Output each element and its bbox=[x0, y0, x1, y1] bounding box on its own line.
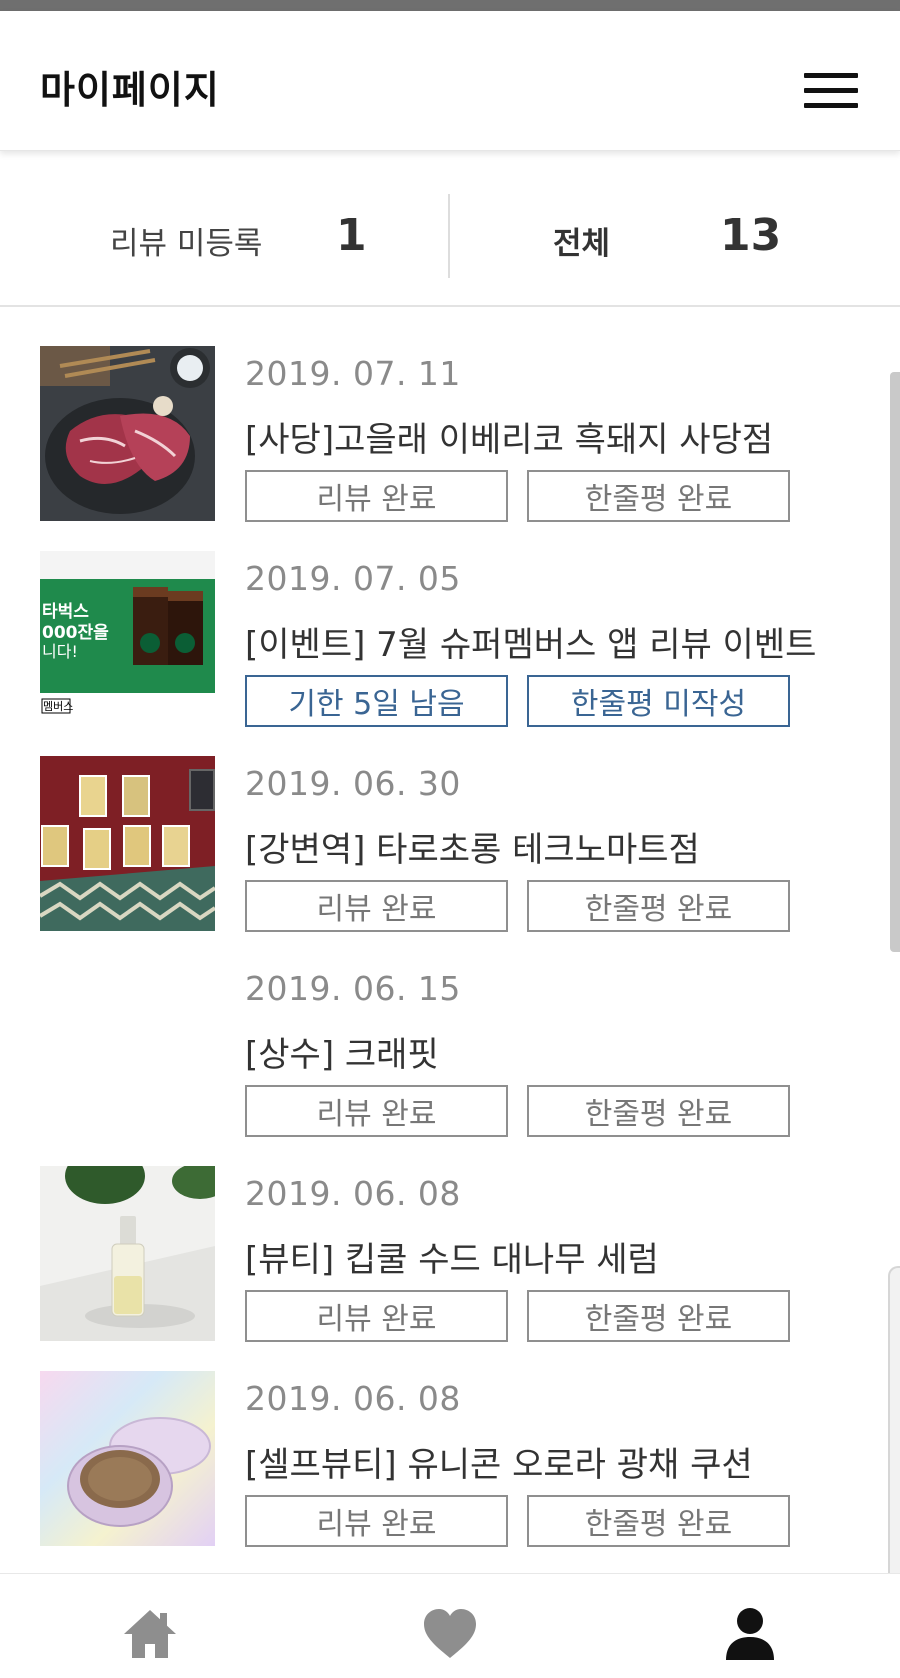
scrollbar[interactable] bbox=[890, 372, 900, 952]
item-title[interactable]: [사당]고을래 이베리코 흑돼지 사당점 bbox=[245, 412, 773, 461]
cushion-compact-thumbnail[interactable] bbox=[40, 1371, 215, 1546]
empty-thumbnail[interactable] bbox=[40, 961, 215, 1136]
heart-icon[interactable] bbox=[420, 1604, 480, 1664]
item-date: 2019. 06. 08 bbox=[245, 1379, 461, 1418]
user-icon[interactable] bbox=[720, 1604, 780, 1664]
stats-divider bbox=[448, 194, 450, 278]
item-title[interactable]: [상수] 크래핏 bbox=[245, 1027, 439, 1076]
list-item[interactable]: 2019. 06. 15 [상수] 크래핏 리뷰 완료 한줄평 완료 bbox=[0, 923, 900, 1137]
item-date: 2019. 06. 15 bbox=[245, 969, 461, 1008]
page-title: 마이페이지 bbox=[40, 68, 220, 112]
review-stats-bar: 리뷰 미등록 1 전체 13 bbox=[0, 152, 900, 307]
unregistered-review-count[interactable]: 1 bbox=[336, 210, 367, 261]
thumb-text-4: 멤버스 bbox=[43, 700, 73, 713]
list-item[interactable]: 2019. 06. 08 [뷰티] 킵쿨 수드 대나무 세럼 리뷰 완료 한줄평… bbox=[0, 1128, 900, 1342]
item-title[interactable]: [강변역] 타로초롱 테크노마트점 bbox=[245, 822, 700, 871]
item-title[interactable]: [이벤트] 7월 슈퍼멤버스 앱 리뷰 이벤트 bbox=[245, 617, 816, 666]
item-date: 2019. 07. 05 bbox=[245, 559, 461, 598]
status-bar-strip bbox=[0, 0, 900, 11]
item-date: 2019. 06. 08 bbox=[245, 1174, 461, 1213]
item-date: 2019. 06. 30 bbox=[245, 764, 461, 803]
thumb-text-3: 니다! bbox=[42, 642, 78, 661]
tarot-cards-thumbnail[interactable] bbox=[40, 756, 215, 931]
item-date: 2019. 07. 11 bbox=[245, 354, 461, 393]
total-count[interactable]: 13 bbox=[720, 210, 781, 261]
total-label[interactable]: 전체 bbox=[553, 218, 610, 263]
list-item[interactable]: 2019. 06. 08 [셀프뷰티] 유니콘 오로라 광채 쿠션 리뷰 완료 … bbox=[0, 1333, 900, 1547]
list-item[interactable]: 2019. 06. 30 [강변역] 타로초롱 테크노마트점 리뷰 완료 한줄평… bbox=[0, 718, 900, 932]
item-title[interactable]: [뷰티] 킵쿨 수드 대나무 세럼 bbox=[245, 1232, 659, 1281]
bottom-navigation bbox=[0, 1573, 900, 1678]
campaign-list: 2019. 07. 11 [사당]고을래 이베리코 흑돼지 사당점 리뷰 완료 … bbox=[0, 308, 900, 1573]
app-header: 마이페이지 bbox=[0, 11, 900, 151]
one-line-review-button[interactable]: 한줄평 완료 bbox=[527, 1495, 790, 1547]
item-title[interactable]: [셀프뷰티] 유니콘 오로라 광채 쿠션 bbox=[245, 1437, 753, 1486]
serum-bottle-thumbnail[interactable] bbox=[40, 1166, 215, 1341]
review-status-button[interactable]: 리뷰 완료 bbox=[245, 1495, 508, 1547]
list-item[interactable]: 2019. 07. 11 [사당]고을래 이베리코 흑돼지 사당점 리뷰 완료 … bbox=[0, 308, 900, 522]
grilled-pork-thumbnail[interactable] bbox=[40, 346, 215, 521]
hamburger-menu-icon[interactable] bbox=[804, 63, 858, 108]
unregistered-review-label[interactable]: 리뷰 미등록 bbox=[110, 218, 262, 263]
home-icon[interactable] bbox=[120, 1604, 180, 1664]
thumb-text-2: 000잔을 bbox=[42, 623, 109, 643]
thumb-text-1: 타벅스 bbox=[42, 602, 89, 622]
starbucks-coffee-thumbnail[interactable]: 타벅스 000잔을 니다! 멤버스 bbox=[40, 551, 215, 726]
list-item[interactable]: 타벅스 000잔을 니다! 멤버스 2019. 07. 05 [이벤트] 7월 … bbox=[0, 513, 900, 727]
scroll-handle[interactable] bbox=[888, 1266, 900, 1611]
